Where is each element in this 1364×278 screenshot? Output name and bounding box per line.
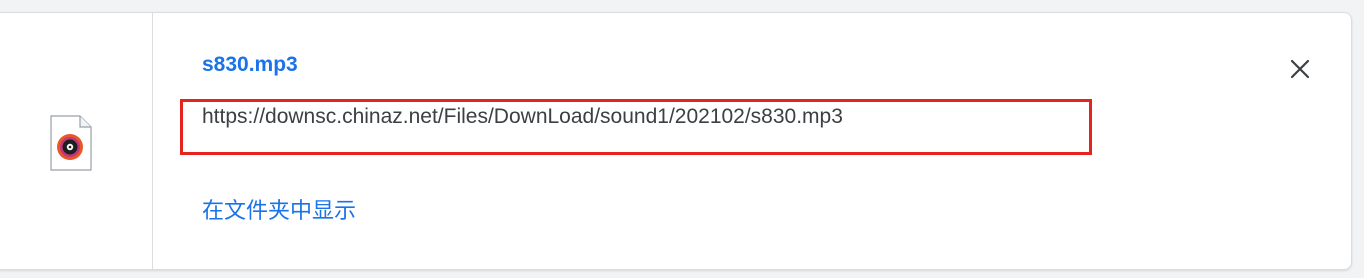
close-icon	[1290, 59, 1310, 79]
audio-file-icon	[50, 115, 92, 171]
file-name-link[interactable]: s830.mp3	[202, 53, 298, 77]
download-url: https://downsc.chinaz.net/Files/DownLoad…	[202, 105, 843, 128]
download-item-card: s830.mp3 https://downsc.chinaz.net/Files…	[0, 12, 1352, 270]
show-in-folder-link[interactable]: 在文件夹中显示	[202, 193, 356, 225]
file-icon-column	[0, 13, 153, 269]
close-button[interactable]	[1282, 51, 1318, 87]
